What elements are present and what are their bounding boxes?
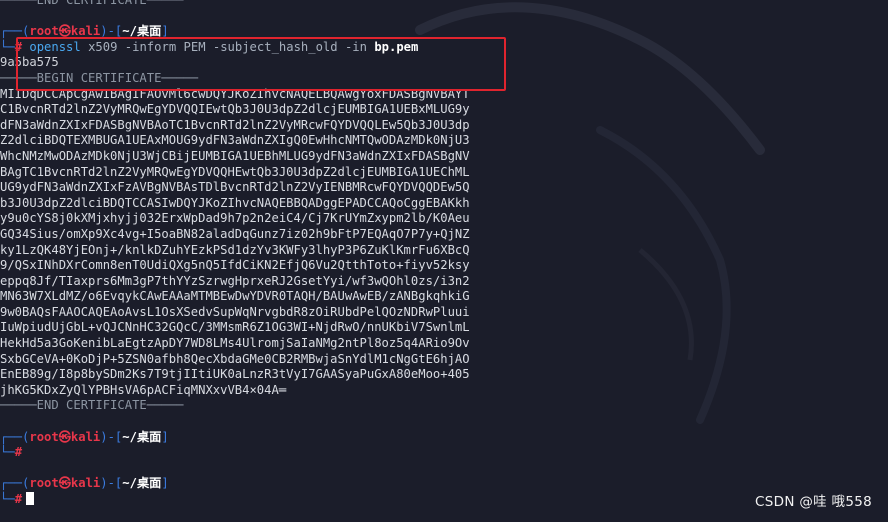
prompt-line-top-2: ┌──(root㉿kali)-[~/桌面] bbox=[0, 429, 169, 444]
certificate-line: EnEB89g/I8p8bySDm2Ks7T9tjIItiUK0aLnzR3tV… bbox=[0, 367, 470, 382]
certificate-line: C1BvcnRTd2lnZ2VyMRQwEgYDVQQIEwtQb3J0U3dp… bbox=[0, 102, 470, 117]
certificate-line: b3J0U3dpZ2dlciBDQTCCASIwDQYJKoZIhvcNAQEB… bbox=[0, 195, 470, 210]
end-certificate-marker: ─────END CERTIFICATE───── bbox=[0, 0, 184, 7]
certificate-body: MIIDqDCCApCgAwIBAgIFAOvMl6cwDQYJKoZIhvcN… bbox=[0, 87, 888, 399]
certificate-line: dFN3aWdnZXIxFDASBgNVBAoTC1BvcnRTd2lnZ2Vy… bbox=[0, 117, 470, 132]
certificate-line: y9u0cYS8j0kXMjxhyjj032ErxWpDad9h7p2n2eiC… bbox=[0, 211, 470, 226]
certificate-line: MN63W7XLdMZ/o6EvqykCAwEAAaMTMBEwDwYDVR0T… bbox=[0, 289, 470, 304]
certificate-line: 9w0BAQsFAAOCAQEAoAvsL1OsXSedvSupWqNrvgbd… bbox=[0, 304, 470, 319]
certificate-line: SxbGCeVA+0KoDjP+5ZSN0afbh8QecXbdaGMe0CB2… bbox=[0, 351, 470, 366]
certificate-line: UG9ydFN3aWdnZXIxFzAVBgNVBAsTDlBvcnRTd2ln… bbox=[0, 180, 470, 195]
command-highlight-box bbox=[16, 37, 506, 91]
certificate-line: Z2dlciBDQTEXMBUGA1UEAxMOUG9ydFN3aWdnZXIg… bbox=[0, 133, 470, 148]
prompt-line-bottom-2: └─# bbox=[0, 445, 23, 460]
certificate-line: IuWpiudUjGbL+vQJCNnHC32GQcC/3MMsmR6Z1OG3… bbox=[0, 320, 470, 335]
csdn-watermark: CSDN @哇 哦558 bbox=[755, 494, 872, 510]
end-certificate-marker-2: ─────END CERTIFICATE───── bbox=[0, 398, 184, 413]
certificate-line: WhcNMzMwODAzMDk0NjU3WjCBijEUMBIGA1UEBhML… bbox=[0, 148, 470, 163]
certificate-line: 9/QSxINhDXrComn8enT0UdiQXg5nQ5IfdCiKN2Ef… bbox=[0, 258, 470, 273]
certificate-line: eppq8Jf/TIaxprs6Mm3gP7thYYzSzrwgHprxeRJ2… bbox=[0, 273, 470, 288]
certificate-line: ky1LzQK48YjEOnj+/knlkDZuhYEzkPSd1dzYv3KW… bbox=[0, 242, 470, 257]
text-cursor bbox=[26, 492, 35, 505]
certificate-line: jhKG5KDxZyQlYPBHsVA6pACFiqMNXxvVB4×04A═ bbox=[0, 382, 287, 397]
certificate-line: GQ34Sius/omXp9Xc4vg+I5oaBN82aladDqGunz7i… bbox=[0, 226, 470, 241]
certificate-line: HekHd5a3GoKenibLaEgtzApDY7WD8LMs4UlromjS… bbox=[0, 336, 470, 351]
certificate-line: BAgTC1BvcnRTd2lnZ2VyMRQwEgYDVQQHEwtQb3J0… bbox=[0, 164, 470, 179]
